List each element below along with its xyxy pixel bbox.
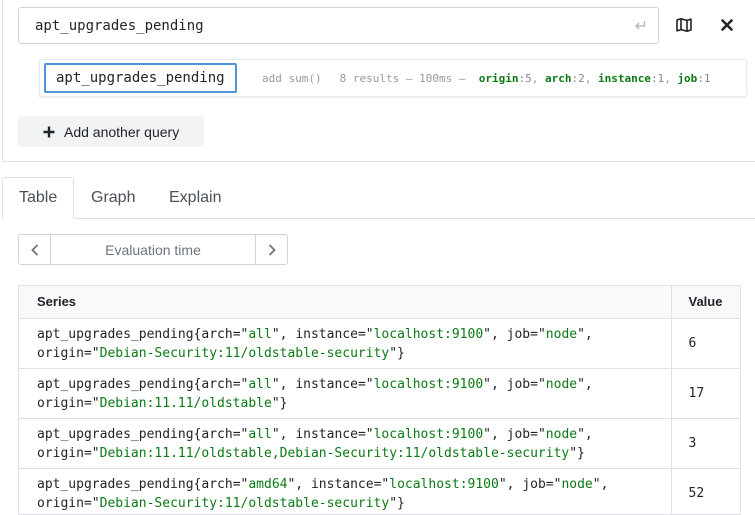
label-name: arch xyxy=(201,326,233,342)
label-value-job: node xyxy=(545,326,578,342)
label-name: job xyxy=(522,476,546,492)
label-name: job xyxy=(506,376,531,392)
label-value-job: node xyxy=(561,476,593,492)
query-tree-row: apt_upgrades_pending add sum() 8 results… xyxy=(39,59,747,97)
label-value-instance: localhost:9100 xyxy=(373,426,484,442)
label-instance: instance xyxy=(597,71,651,85)
label-arch: arch xyxy=(544,71,572,85)
table-row: apt_upgrades_pending{arch="all", instanc… xyxy=(19,318,740,369)
tab-explain[interactable]: Explain xyxy=(169,177,221,219)
next-time-button[interactable] xyxy=(256,235,287,264)
add-query-label: Add another query xyxy=(64,123,180,140)
label-value-job: node xyxy=(545,376,578,392)
label-name: job xyxy=(506,326,531,342)
label-name: instance xyxy=(310,476,374,492)
label-name: arch xyxy=(201,376,233,392)
table-row: apt_upgrades_pending{arch="all", instanc… xyxy=(19,368,740,419)
label-instance-count: :1 xyxy=(650,71,665,85)
label-name: arch xyxy=(201,426,233,442)
label-value-instance: localhost:9100 xyxy=(373,376,484,392)
label-value-origin: Debian-Security:11/oldstable-security xyxy=(99,345,390,361)
label-value-origin: Debian:11.11/oldstable,Debian-Security:1… xyxy=(99,445,570,461)
series-cell: apt_upgrades_pending{arch="all", instanc… xyxy=(19,318,672,369)
label-arch-count: :2 xyxy=(571,71,585,85)
value-cell: 52 xyxy=(671,468,740,514)
query-panel: ↵ apt_upgrades_pending add sum() 8 resul… xyxy=(2,0,755,162)
label-job-count: :1 xyxy=(697,71,711,85)
results-table: Series Value apt_upgrades_pending{arch="… xyxy=(18,285,741,515)
label-value-arch: all xyxy=(248,426,272,442)
label-value-job: node xyxy=(545,426,578,442)
label-name: origin xyxy=(37,495,84,511)
plus-icon xyxy=(43,126,55,138)
label-name: instance xyxy=(295,376,358,392)
value-cell: 3 xyxy=(671,418,740,469)
tab-graph[interactable]: Graph xyxy=(91,177,135,219)
table-row: apt_upgrades_pending{arch="all", instanc… xyxy=(19,418,740,469)
metric-name: apt_upgrades_pending xyxy=(37,426,194,442)
remove-query-button[interactable] xyxy=(707,7,747,43)
add-sum-link[interactable]: add sum() xyxy=(262,72,322,85)
add-query-button[interactable]: Add another query xyxy=(18,116,204,147)
query-expression-input[interactable] xyxy=(19,8,619,43)
evaluation-time-input[interactable]: Evaluation time xyxy=(50,235,256,264)
label-value-arch: all xyxy=(248,326,272,342)
metric-name: apt_upgrades_pending xyxy=(37,326,194,342)
label-name: arch xyxy=(201,476,233,492)
table-row: apt_upgrades_pending{arch="amd64", insta… xyxy=(19,468,740,514)
label-name: origin xyxy=(37,345,84,361)
result-stats: 8 results – 100ms – xyxy=(339,71,466,85)
label-name: origin xyxy=(37,445,84,461)
label-name: instance xyxy=(295,326,358,342)
metric-name: apt_upgrades_pending xyxy=(37,376,194,392)
tab-table[interactable]: Table xyxy=(2,177,75,219)
result-tabs: Table Graph Explain xyxy=(2,177,755,219)
label-value-origin: Debian:11.11/oldstable xyxy=(99,395,272,411)
label-name: instance xyxy=(295,426,358,442)
label-value-arch: all xyxy=(248,376,272,392)
map-icon xyxy=(676,18,692,32)
series-cell: apt_upgrades_pending{arch="amd64", insta… xyxy=(19,468,672,514)
value-cell: 17 xyxy=(671,368,740,419)
query-input-box[interactable]: ↵ xyxy=(18,7,659,44)
label-origin-count: :5 xyxy=(518,71,532,85)
label-name: origin xyxy=(37,395,84,411)
label-value-arch: amd64 xyxy=(248,476,288,492)
value-header: Value xyxy=(671,286,740,319)
value-cell: 6 xyxy=(671,318,740,369)
evaluation-time-group: Evaluation time xyxy=(18,234,288,265)
series-header: Series xyxy=(19,286,672,319)
close-icon xyxy=(721,19,733,31)
series-cell: apt_upgrades_pending{arch="all", instanc… xyxy=(19,418,672,469)
label-origin: origin xyxy=(478,71,519,85)
label-job: job xyxy=(677,71,698,85)
series-cell: apt_upgrades_pending{arch="all", instanc… xyxy=(19,368,672,419)
label-value-origin: Debian-Security:11/oldstable-security xyxy=(99,495,390,511)
tree-node-selector[interactable]: apt_upgrades_pending xyxy=(44,63,237,93)
label-name: job xyxy=(506,426,531,442)
label-value-instance: localhost:9100 xyxy=(389,476,499,492)
chevron-right-icon xyxy=(268,243,276,256)
enter-icon[interactable]: ↵ xyxy=(635,16,648,36)
metric-name: apt_upgrades_pending xyxy=(37,476,194,492)
prev-time-button[interactable] xyxy=(19,235,50,264)
chevron-left-icon xyxy=(30,243,38,256)
label-value-instance: localhost:9100 xyxy=(373,326,484,342)
metrics-explorer-button[interactable] xyxy=(665,7,703,43)
tree-node-info: add sum() 8 results – 100ms – origin:5, … xyxy=(262,71,711,85)
